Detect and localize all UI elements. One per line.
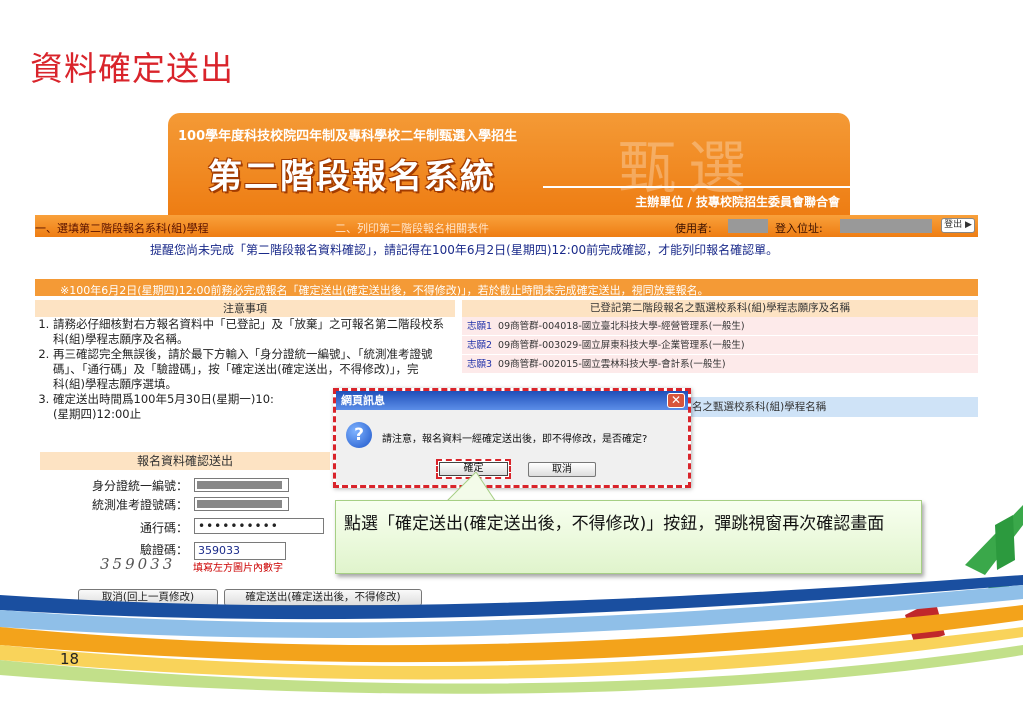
- banner-subtitle: 100學年度科技校院四年制及專科學校二年制甄選入學招生: [178, 129, 518, 144]
- captcha-image: 359033: [100, 555, 176, 573]
- confirm-form-heading: 報名資料確認送出: [40, 452, 330, 470]
- close-icon[interactable]: ✕: [667, 393, 685, 408]
- slide-title: 資料確定送出: [30, 49, 234, 88]
- wish-text: 09商管群-004018-國立臺北科技大學-經營管理系(一般生): [498, 321, 745, 332]
- note-item: 請務必仔細核對右方報名資料中「已登記」及「放棄」之可報名第二階段校系科(組)學程…: [53, 317, 455, 347]
- dialog-body: ? 請注意，報名資料一經確定送出後，即不得修改，是否確定? 確定 取消: [336, 410, 688, 485]
- wish-row: 志願3 09商管群-002015-國立雲林科技大學-會計系(一般生): [462, 355, 978, 374]
- step-2-link[interactable]: 二、列印第二階段報名相關表件: [335, 220, 489, 236]
- note-item-cont: 科(組)學程志願序選填。: [53, 377, 177, 391]
- logout-button[interactable]: 登出 ▶: [941, 218, 975, 233]
- wish-index: 志願2: [467, 340, 493, 351]
- captcha-input[interactable]: 359033: [194, 542, 286, 560]
- deadline-text: ※100年6月2日(星期四)12:00前務必完成報名「確定送出(確定送出後，不得…: [60, 284, 709, 297]
- logout-label: 登出: [944, 220, 963, 230]
- id-input[interactable]: [194, 478, 289, 492]
- system-banner: 100學年度科技校院四年制及專科學校二年制甄選入學招生 第二階段報名系統 甄選 …: [168, 113, 850, 215]
- reminder-text: 提醒您尚未完成「第二階段報名資料確認」，請記得在100年6月2日(星期四)12:…: [150, 243, 779, 257]
- registered-heading: 已登記第二階段報名之甄選校系科(組)學程志願序及名稱: [462, 300, 978, 317]
- question-icon: ?: [346, 422, 372, 448]
- user-label: 使用者:: [675, 222, 712, 235]
- callout-pointer: [445, 472, 497, 502]
- dialog-message: 請注意，報名資料一經確定送出後，即不得修改，是否確定?: [382, 434, 648, 445]
- banner-main-title: 第二階段報名系統: [208, 157, 496, 197]
- registered-panel: 已登記第二階段報名之甄選校系科(組)學程志願序及名稱 志願1 09商管群-0040…: [462, 300, 978, 374]
- user-redacted: [728, 219, 768, 233]
- captcha-hint: 填寫左方圖片內數字: [193, 563, 283, 574]
- id-row: 身分證統一編號：: [70, 477, 188, 494]
- wish-index: 志願3: [467, 359, 493, 370]
- decorative-swoosh: [0, 575, 1023, 694]
- callout-box: 點選「確定送出(確定送出後，不得修改)」按鈕，彈跳視窗再次確認畫面: [335, 500, 922, 574]
- notes-heading: 注意事項: [35, 300, 455, 317]
- note-item-text: 確定送出時間爲100年5月30日(星期一)10:: [53, 392, 274, 406]
- id-label: 身分證統一編號：: [91, 479, 188, 493]
- exam-label: 統測准考證號碼：: [91, 498, 188, 512]
- wish-row: 志願1 09商管群-004018-國立臺北科技大學-經營管理系(一般生): [462, 317, 978, 336]
- step-1-link[interactable]: 一、選填第二階段報名系科(組)學程: [35, 220, 209, 236]
- note-item-text: 再三確認完全無誤後，請於最下方輸入「身分證統一編號」、「統測准考證號碼」、「通行…: [53, 347, 433, 376]
- wish-text: 09商管群-002015-國立雲林科技大學-會計系(一般生): [498, 359, 726, 370]
- exam-row: 統測准考證號碼：: [70, 496, 188, 513]
- exam-number-input[interactable]: [194, 497, 289, 511]
- dialog-cancel-button[interactable]: 取消: [528, 462, 596, 477]
- dialog-title: 網頁訊息: [336, 391, 688, 410]
- pass-row: 通行碼：: [70, 519, 188, 536]
- note-item: 再三確認完全無誤後，請於最下方輸入「身分證統一編號」、「統測准考證號碼」、「通行…: [53, 347, 455, 392]
- wish-row: 志願2 09商管群-003029-國立屏東科技大學-企業管理系(一般生): [462, 336, 978, 355]
- banner-organizer: 主辦單位 / 技專校院招生委員會聯合會: [635, 195, 840, 209]
- note-item-cont: (星期四)12:00止: [53, 407, 142, 421]
- ip-redacted: [840, 219, 932, 233]
- wish-index: 志願1: [467, 321, 493, 332]
- banner-divider: [543, 186, 850, 188]
- wish-text: 09商管群-003029-國立屏東科技大學-企業管理系(一般生): [498, 340, 745, 351]
- page-number: 18: [60, 650, 80, 668]
- confirm-dialog: 網頁訊息 ✕ ? 請注意，報名資料一經確定送出後，即不得修改，是否確定? 確定 …: [333, 388, 691, 488]
- pass-label: 通行碼：: [139, 521, 188, 535]
- abandoned-heading: 名之甄選校系科(組)學程名稱: [690, 397, 978, 417]
- ip-label: 登入位址:: [775, 222, 823, 235]
- step-nav-bar: 一、選填第二階段報名系科(組)學程 二、列印第二階段報名相關表件 使用者: 登入…: [35, 215, 978, 237]
- password-input[interactable]: ••••••••••: [194, 518, 324, 534]
